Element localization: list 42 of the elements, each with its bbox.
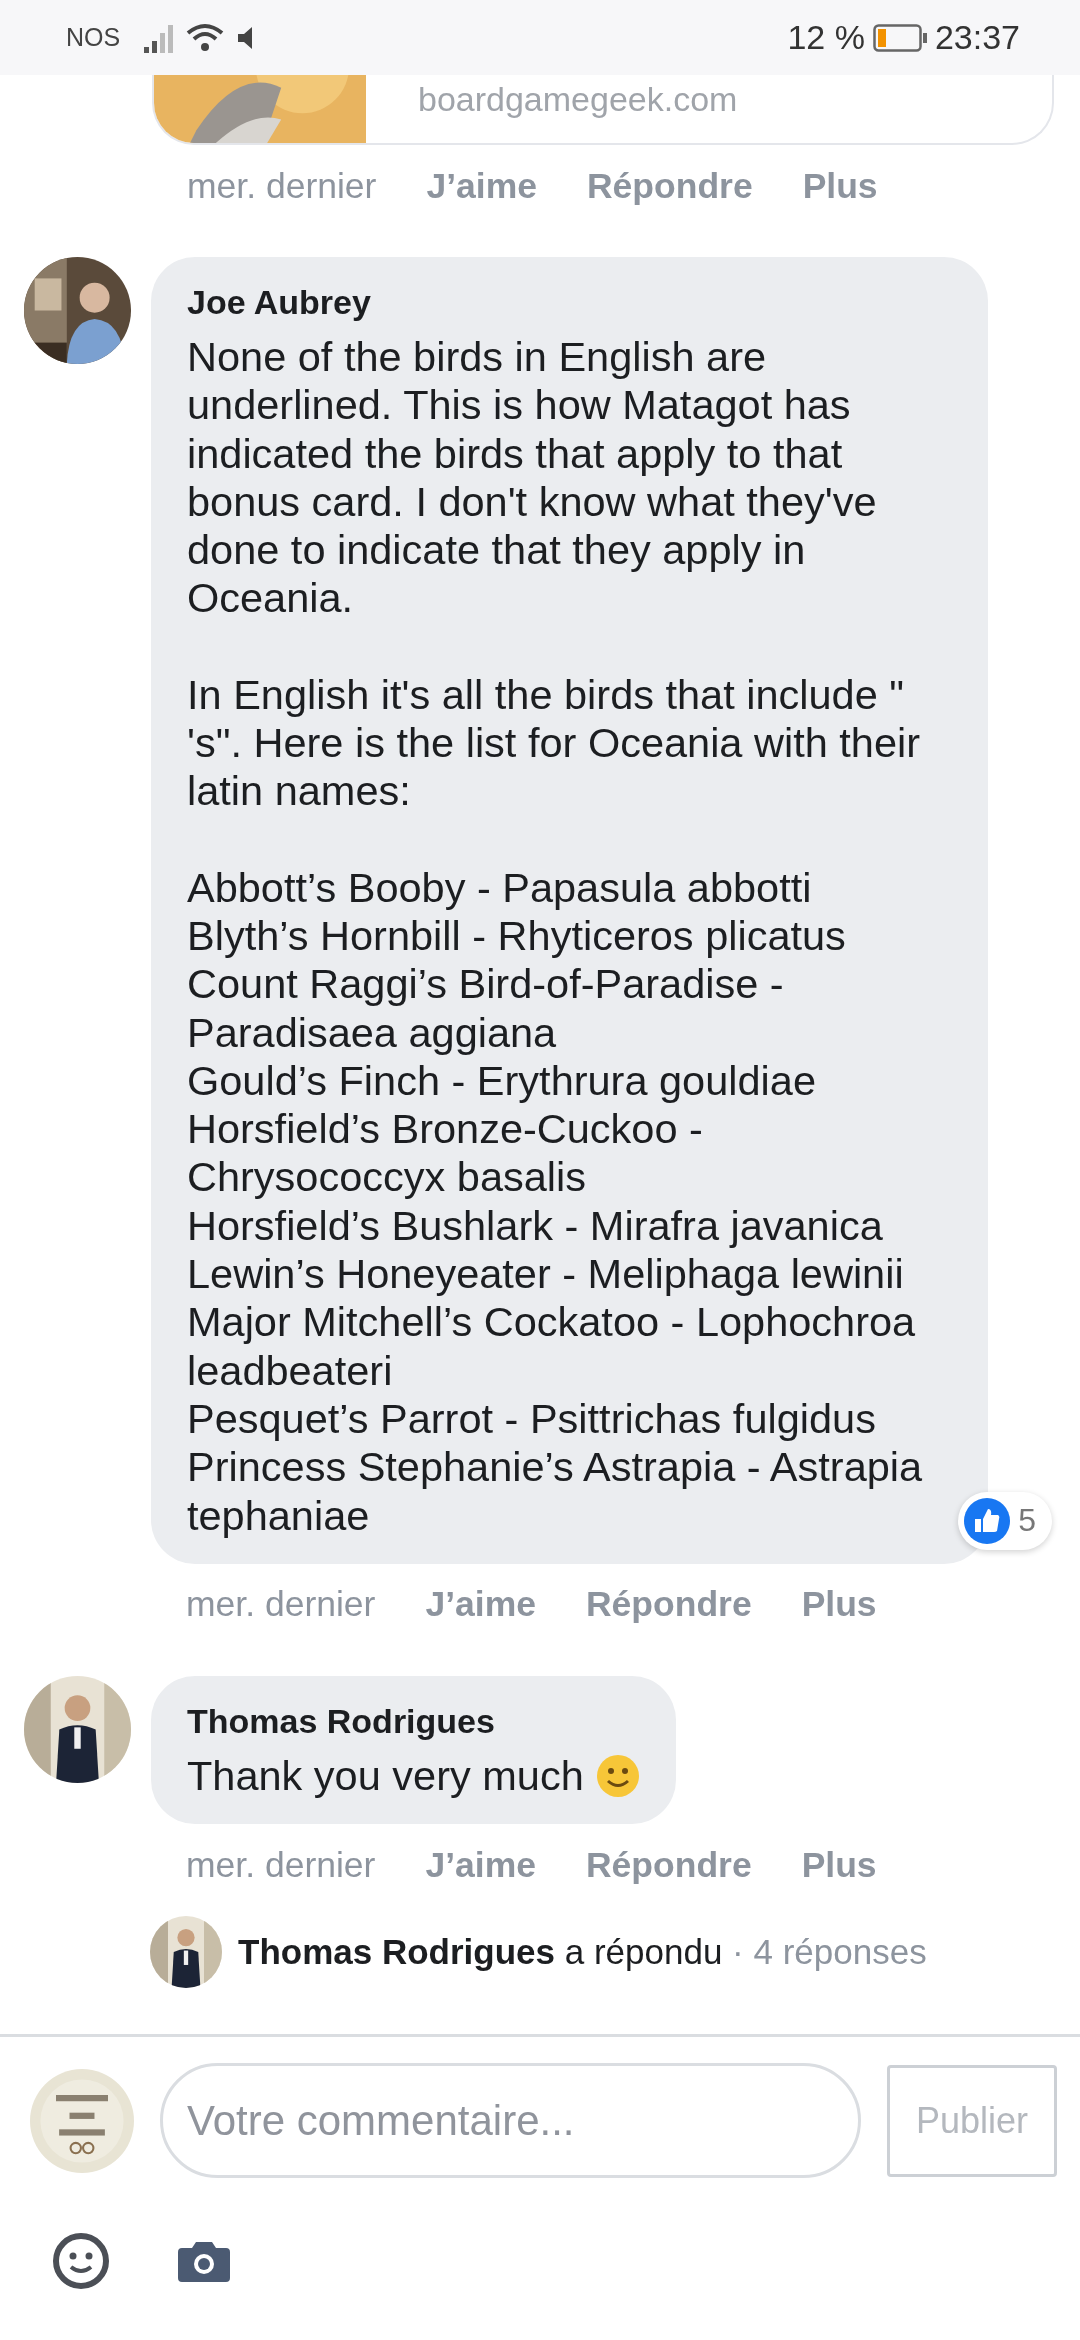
link-domain: boardgamegeek.com — [417, 79, 738, 120]
bird-list-item: Major Mitchell’s Cockatoo - Lophochroa leadbeateri — [187, 1298, 917, 1395]
bird-list-item: Lewin’s Honeyeater - Meliphaga lewinii — [187, 1250, 905, 1299]
carrier-name: NOS — [66, 23, 121, 52]
bird-list-item: Gould’s Finch - Erythrura gouldiae — [187, 1056, 817, 1106]
bird-list-item: Horsfield’s Bushlark - Mirafra javanica — [187, 1201, 884, 1251]
link-preview-card[interactable]: boardgamegeek.com — [152, 75, 1054, 145]
comment-text: Thank you very much — [187, 1751, 584, 1801]
comment-action-link[interactable]: J’aime — [425, 1844, 536, 1886]
battery-icon — [872, 23, 927, 52]
comment-action-link[interactable]: Plus — [801, 1844, 877, 1886]
comment-text: None of the birds in English are underlined. This is how Matagot has indicated the birds that apply to that bonus card. I don't know what they've done to indicate that they apply in Oceania. — [187, 333, 878, 623]
smiley-icon[interactable] — [52, 2232, 110, 2291]
reaction-badge[interactable]: 5 — [958, 1491, 1052, 1550]
bird-list-item: Princess Stephanie’s Astrapia - Astrapia tephaniae — [187, 1443, 924, 1540]
reply-summary-link[interactable]: Thomas Rodrigues a répondu · 4 réponses — [238, 1932, 927, 1973]
clock-time: 23:37 — [934, 18, 1020, 57]
bird-list-item: Blyth’s Hornbill - Rhyticeros plicatus — [187, 911, 847, 961]
author-name[interactable]: Joe Aubrey — [187, 279, 952, 325]
comment-action-link[interactable]: Répondre — [585, 1584, 752, 1626]
comment-text: In English it's all the birds that include " 's". Here is the list for Oceania with their latin names: — [187, 670, 922, 816]
camera-icon[interactable] — [178, 2240, 230, 2283]
comment-action-link[interactable]: Répondre — [585, 1844, 752, 1886]
comment-action-link[interactable]: J’aime — [426, 165, 537, 207]
comment-time: mer. dernier — [186, 1584, 376, 1626]
reaction-count: 5 — [1018, 1502, 1036, 1540]
comment-action-link[interactable]: Répondre — [586, 165, 753, 207]
bird-list-item: Horsfield’s Bronze-Cuckoo - Chrysococcyx basalis — [187, 1105, 704, 1202]
bird-list-item: Abbott’s Booby - Papasula abbotti — [187, 863, 813, 912]
comment-action-link[interactable]: Plus — [802, 165, 878, 207]
battery-percent: 12 % — [787, 18, 865, 57]
thumbs-up-icon — [964, 1497, 1011, 1544]
volume-icon — [238, 26, 255, 49]
comment-action-link[interactable]: Plus — [801, 1584, 877, 1626]
author-name[interactable]: Thomas Rodrigues — [187, 1697, 640, 1744]
comment-time: mer. dernier — [186, 1844, 376, 1886]
comment-time: mer. dernier — [187, 165, 377, 207]
comment-action-link[interactable]: J’aime — [425, 1584, 536, 1626]
comment-input-field[interactable]: Votre commentaire... — [160, 2063, 861, 2179]
bird-list-item: Count Raggi’s Bird-of-Paradise - Paradisaea aggiana — [187, 960, 785, 1057]
bird-list-item: Pesquet’s Parrot - Psittrichas fulgidus — [187, 1394, 877, 1444]
wifi-icon — [186, 22, 225, 53]
